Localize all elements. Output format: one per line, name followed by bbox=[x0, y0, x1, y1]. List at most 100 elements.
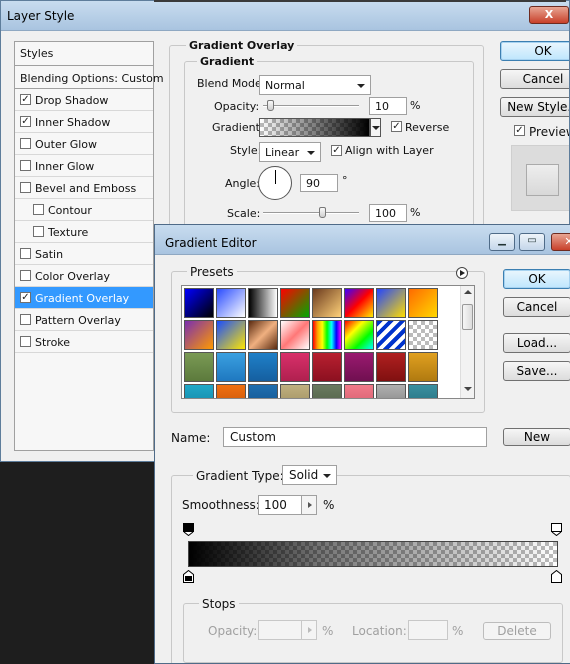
style-item-satin[interactable]: Satin bbox=[15, 243, 153, 265]
preset-swatch[interactable] bbox=[344, 288, 374, 318]
style-checkbox[interactable]: ✓ bbox=[20, 292, 31, 303]
opacity-stop-right[interactable] bbox=[551, 523, 562, 537]
preset-swatch[interactable] bbox=[216, 288, 246, 318]
preset-swatch[interactable] bbox=[248, 288, 278, 318]
preset-swatch[interactable] bbox=[376, 320, 406, 350]
gradient-swatch[interactable] bbox=[259, 118, 370, 137]
preview-checkbox[interactable]: ✓ bbox=[514, 125, 525, 136]
editor-ok-button[interactable]: OK bbox=[503, 269, 570, 289]
style-checkbox[interactable]: ✓ bbox=[20, 116, 31, 127]
preset-swatch[interactable] bbox=[184, 384, 214, 398]
preset-swatch[interactable] bbox=[280, 352, 310, 382]
preset-swatch[interactable] bbox=[408, 384, 438, 398]
preset-swatch[interactable] bbox=[376, 384, 406, 398]
angle-input[interactable]: 90 bbox=[300, 174, 338, 192]
preset-swatch[interactable] bbox=[344, 320, 374, 350]
style-item-bevel-and-emboss[interactable]: Bevel and Emboss bbox=[15, 177, 153, 199]
align-with-layer-checkbox[interactable]: ✓ bbox=[331, 145, 342, 156]
preset-swatch[interactable] bbox=[312, 352, 342, 382]
preset-swatch[interactable] bbox=[184, 288, 214, 318]
preset-swatch[interactable] bbox=[376, 288, 406, 318]
layer-style-titlebar[interactable]: Layer Style X bbox=[1, 1, 569, 31]
blend-mode-select[interactable]: Normal bbox=[259, 75, 371, 95]
editor-close-button[interactable]: ✕ bbox=[551, 233, 570, 251]
preset-swatch[interactable] bbox=[280, 384, 310, 398]
preset-swatch[interactable] bbox=[408, 320, 438, 350]
presets-grid[interactable] bbox=[181, 285, 475, 399]
preset-swatch[interactable] bbox=[344, 384, 374, 398]
gradient-type-select[interactable]: Solid bbox=[282, 465, 337, 485]
preset-swatch[interactable] bbox=[248, 352, 278, 382]
opacity-input[interactable]: 10 bbox=[369, 97, 407, 115]
style-checkbox[interactable] bbox=[20, 248, 31, 259]
minimize-button[interactable]: ▁ bbox=[489, 233, 515, 251]
opacity-slider-thumb[interactable] bbox=[267, 100, 274, 111]
scroll-down-icon[interactable] bbox=[464, 387, 472, 391]
preset-swatch[interactable] bbox=[312, 288, 342, 318]
style-item-contour[interactable]: Contour bbox=[15, 199, 153, 221]
preset-swatch[interactable] bbox=[248, 384, 278, 398]
style-checkbox[interactable] bbox=[20, 160, 31, 171]
gradient-preview-bar[interactable] bbox=[188, 541, 558, 567]
save-button[interactable]: Save... bbox=[503, 361, 570, 381]
style-item-pattern-overlay[interactable]: Pattern Overlay bbox=[15, 309, 153, 331]
scale-slider[interactable] bbox=[263, 212, 359, 214]
blending-options-item[interactable]: Blending Options: Custom bbox=[15, 67, 164, 89]
style-checkbox[interactable] bbox=[33, 204, 44, 215]
preset-swatch[interactable] bbox=[344, 352, 374, 382]
stop-opacity-input[interactable] bbox=[258, 620, 302, 640]
new-style-button[interactable]: New Style... bbox=[500, 97, 569, 117]
style-checkbox[interactable] bbox=[20, 182, 31, 193]
preset-swatch[interactable] bbox=[216, 352, 246, 382]
new-gradient-button[interactable]: New bbox=[503, 428, 570, 446]
preset-swatch[interactable] bbox=[184, 320, 214, 350]
maximize-button[interactable]: ▭ bbox=[519, 233, 545, 251]
scale-input[interactable]: 100 bbox=[369, 204, 407, 222]
ok-button[interactable]: OK bbox=[500, 41, 569, 61]
style-checkbox[interactable] bbox=[20, 314, 31, 325]
smoothness-input[interactable]: 100 bbox=[258, 495, 302, 515]
preset-swatch[interactable] bbox=[312, 320, 342, 350]
style-item-stroke[interactable]: Stroke bbox=[15, 331, 153, 353]
color-stop-right[interactable] bbox=[551, 569, 562, 583]
stop-opacity-stepper[interactable] bbox=[301, 620, 317, 640]
preset-swatch[interactable] bbox=[248, 320, 278, 350]
preset-swatch[interactable] bbox=[312, 384, 342, 398]
preset-swatch[interactable] bbox=[280, 320, 310, 350]
color-stop-left[interactable] bbox=[183, 569, 194, 583]
style-item-gradient-overlay[interactable]: ✓ Gradient Overlay bbox=[15, 287, 153, 309]
gradient-editor-titlebar[interactable]: Gradient Editor ▁ ▭ ✕ bbox=[155, 225, 570, 255]
angle-dial[interactable] bbox=[258, 166, 292, 200]
style-checkbox[interactable] bbox=[20, 138, 31, 149]
style-item-color-overlay[interactable]: Color Overlay bbox=[15, 265, 153, 287]
delete-stop-button[interactable]: Delete bbox=[483, 622, 551, 640]
style-item-outer-glow[interactable]: Outer Glow bbox=[15, 133, 153, 155]
scroll-up-icon[interactable] bbox=[464, 290, 472, 294]
opacity-slider[interactable] bbox=[263, 105, 359, 107]
close-button[interactable]: X bbox=[529, 6, 569, 24]
presets-menu-button[interactable] bbox=[456, 267, 468, 279]
preset-swatch[interactable] bbox=[280, 288, 310, 318]
preset-swatch[interactable] bbox=[408, 288, 438, 318]
opacity-stop-left[interactable] bbox=[183, 523, 194, 537]
gradient-dropdown-button[interactable] bbox=[370, 118, 381, 137]
preset-swatch[interactable] bbox=[184, 352, 214, 382]
style-checkbox[interactable] bbox=[33, 226, 44, 237]
preset-swatch[interactable] bbox=[216, 320, 246, 350]
name-input[interactable]: Custom bbox=[223, 427, 487, 447]
load-button[interactable]: Load... bbox=[503, 333, 570, 353]
preset-swatch[interactable] bbox=[376, 352, 406, 382]
preset-swatch[interactable] bbox=[216, 384, 246, 398]
scrollbar-thumb[interactable] bbox=[462, 304, 473, 330]
presets-scrollbar[interactable] bbox=[460, 286, 474, 398]
styles-header[interactable]: Styles bbox=[15, 42, 153, 66]
style-item-texture[interactable]: Texture bbox=[15, 221, 153, 243]
style-item-inner-glow[interactable]: Inner Glow bbox=[15, 155, 153, 177]
style-select[interactable]: Linear bbox=[259, 142, 321, 162]
cancel-button[interactable]: Cancel bbox=[500, 69, 569, 89]
preset-swatch[interactable] bbox=[408, 352, 438, 382]
style-item-drop-shadow[interactable]: ✓ Drop Shadow bbox=[15, 89, 153, 111]
reverse-checkbox[interactable]: ✓ bbox=[391, 121, 402, 132]
style-checkbox[interactable] bbox=[20, 270, 31, 281]
scale-slider-thumb[interactable] bbox=[319, 207, 326, 218]
